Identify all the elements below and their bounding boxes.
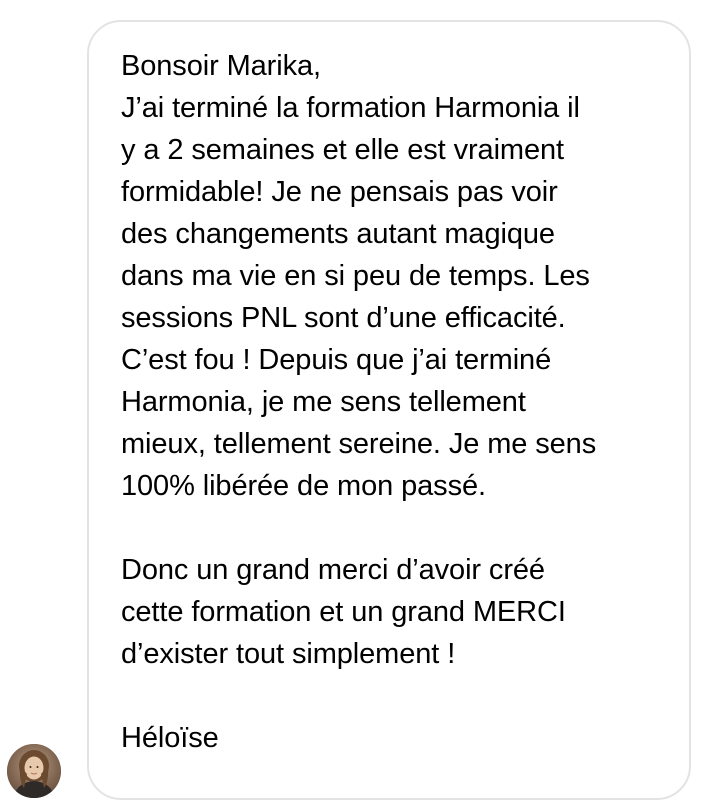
- message-text: Bonsoir Marika, J’ai terminé la formatio…: [121, 45, 666, 759]
- message-line: cette formation et un grand MERCI: [121, 596, 566, 628]
- message-line: C’est fou ! Depuis que j’ai terminé: [121, 344, 552, 376]
- message-greeting: Bonsoir Marika,: [121, 50, 321, 82]
- message-line: formidable! Je ne pensais pas voir: [121, 176, 558, 208]
- message-line: J’ai terminé la formation Harmonia il: [121, 92, 580, 124]
- message-line: y a 2 semaines et elle est vraiment: [121, 134, 564, 166]
- message-bubble[interactable]: Bonsoir Marika, J’ai terminé la formatio…: [87, 20, 691, 800]
- sender-avatar[interactable]: [7, 744, 61, 798]
- message-line: 100% libérée de mon passé.: [121, 470, 486, 502]
- message-line: mieux, tellement sereine. Je me sens: [121, 428, 597, 460]
- user-photo-avatar-icon: [7, 744, 61, 798]
- message-line: dans ma vie en si peu de temps. Les: [121, 260, 590, 292]
- message-signature: Héloïse: [121, 722, 219, 754]
- message-line: des changements autant magique: [121, 218, 555, 250]
- message-line: d’exister tout simplement !: [121, 638, 456, 670]
- message-line: sessions PNL sont d’une efficacité.: [121, 302, 566, 334]
- message-line: Donc un grand merci d’avoir créé: [121, 554, 545, 586]
- message-line: Harmonia, je me sens tellement: [121, 386, 526, 418]
